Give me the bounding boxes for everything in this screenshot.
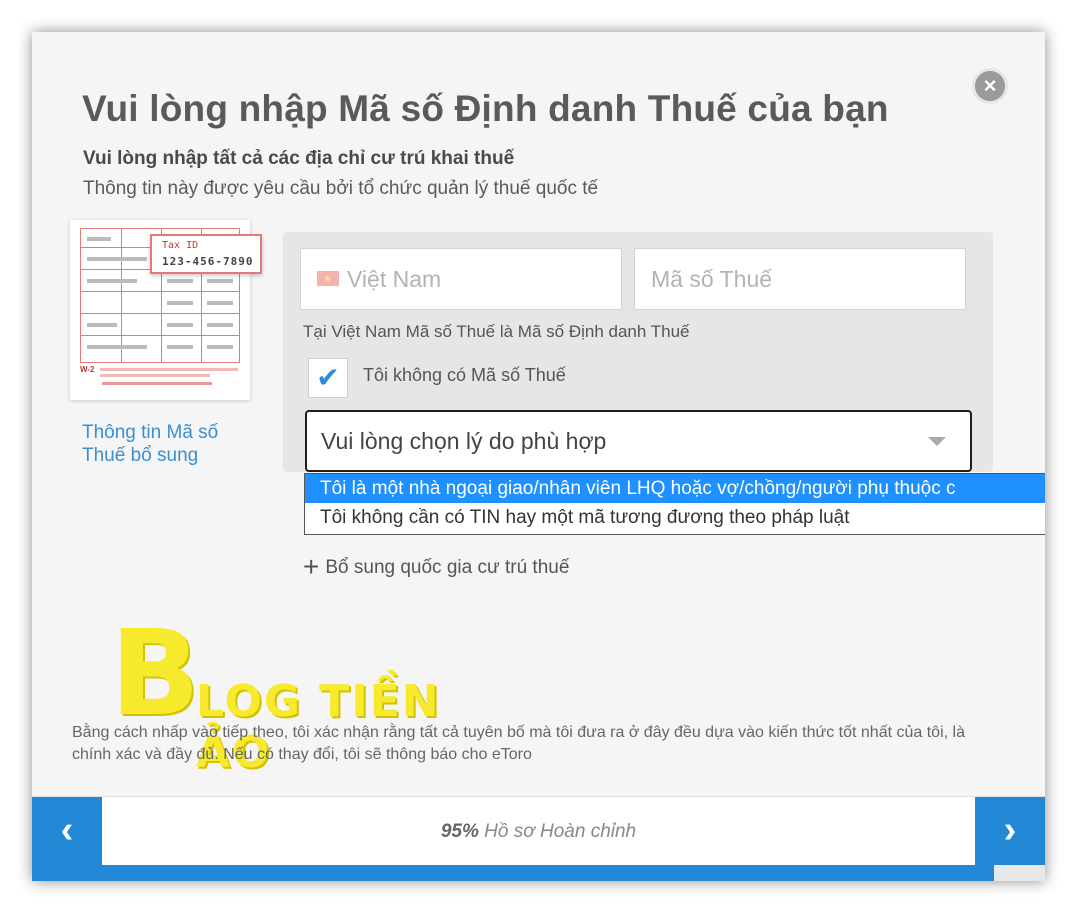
reason-option-not-required[interactable]: Tôi không cần có TIN hay một mã tương đư… bbox=[305, 503, 1045, 532]
reason-dropdown-list: Tôi là một nhà ngoại giao/nhân viên LHQ … bbox=[304, 473, 1045, 535]
w2-label: W-2 bbox=[80, 365, 95, 374]
plus-icon: + bbox=[303, 551, 320, 582]
no-tin-label[interactable]: Tôi không có Mã số Thuế bbox=[363, 365, 566, 386]
watermark-logo: B LOG TIỀN ẢO bbox=[110, 604, 500, 778]
more-tax-info-link[interactable]: Thông tin Mã số Thuế bổ sung bbox=[82, 421, 262, 467]
reason-option-diplomat[interactable]: Tôi là một nhà ngoại giao/nhân viên LHQ … bbox=[305, 474, 1045, 503]
dialog-description: Thông tin này được yêu cầu bởi tổ chức q… bbox=[83, 178, 599, 199]
tax-id-dialog: × Vui lòng nhập Mã số Định danh Thuế của… bbox=[32, 32, 1045, 881]
chevron-down-icon bbox=[928, 437, 946, 446]
tax-id-label: Tax ID bbox=[162, 240, 199, 251]
add-tax-country-label: Bổ sung quốc gia cư trú thuế bbox=[325, 557, 570, 578]
progress-percent: 95% bbox=[440, 821, 479, 842]
reason-select-value: Vui lòng chọn lý do phù hợp bbox=[321, 428, 607, 454]
wizard-footer: ‹ 95% Hồ sơ Hoàn chỉnh › bbox=[32, 796, 1045, 881]
tax-number-input[interactable]: Mã số Thuế bbox=[634, 248, 966, 310]
country-value: Việt Nam bbox=[347, 266, 442, 292]
disclaimer-text: Bằng cách nhấp vào tiếp theo, tôi xác nh… bbox=[72, 724, 965, 763]
progress-bar bbox=[32, 865, 1045, 881]
checkmark-icon: ✔ bbox=[316, 362, 340, 393]
country-select[interactable]: Việt Nam bbox=[300, 248, 622, 310]
dialog-subtitle: Vui lòng nhập tất cả các địa chỉ cư trú … bbox=[83, 148, 515, 169]
form-footer-line bbox=[102, 382, 212, 385]
close-button[interactable]: × bbox=[972, 68, 1008, 104]
tax-form-illustration: Tax ID 123-456-7890 W-2 bbox=[70, 220, 262, 400]
close-icon[interactable]: × bbox=[984, 73, 997, 98]
vietnam-flag-icon bbox=[317, 250, 339, 310]
reason-select[interactable]: Vui lòng chọn lý do phù hợp bbox=[305, 410, 972, 472]
tax-id-note: Tại Việt Nam Mã số Thuế là Mã số Định da… bbox=[303, 322, 690, 341]
dialog-title: Vui lòng nhập Mã số Định danh Thuế của b… bbox=[82, 88, 889, 129]
form-fine-print bbox=[100, 366, 238, 377]
tax-id-badge: Tax ID 123-456-7890 bbox=[150, 234, 262, 274]
progress-bar-fill bbox=[32, 865, 995, 881]
chevron-right-icon: › bbox=[1003, 809, 1017, 851]
progress-text: Hồ sơ Hoàn chỉnh bbox=[484, 821, 637, 842]
progress-label: 95% Hồ sơ Hoàn chỉnh bbox=[32, 821, 1045, 843]
tax-id-number: 123-456-7890 bbox=[162, 255, 254, 268]
tax-number-placeholder: Mã số Thuế bbox=[651, 266, 773, 292]
add-tax-country-button[interactable]: + Bổ sung quốc gia cư trú thuế bbox=[303, 551, 569, 583]
no-tin-checkbox[interactable]: ✔ bbox=[308, 358, 348, 398]
watermark-letter: B bbox=[110, 604, 200, 742]
next-button[interactable]: › bbox=[975, 797, 1045, 865]
